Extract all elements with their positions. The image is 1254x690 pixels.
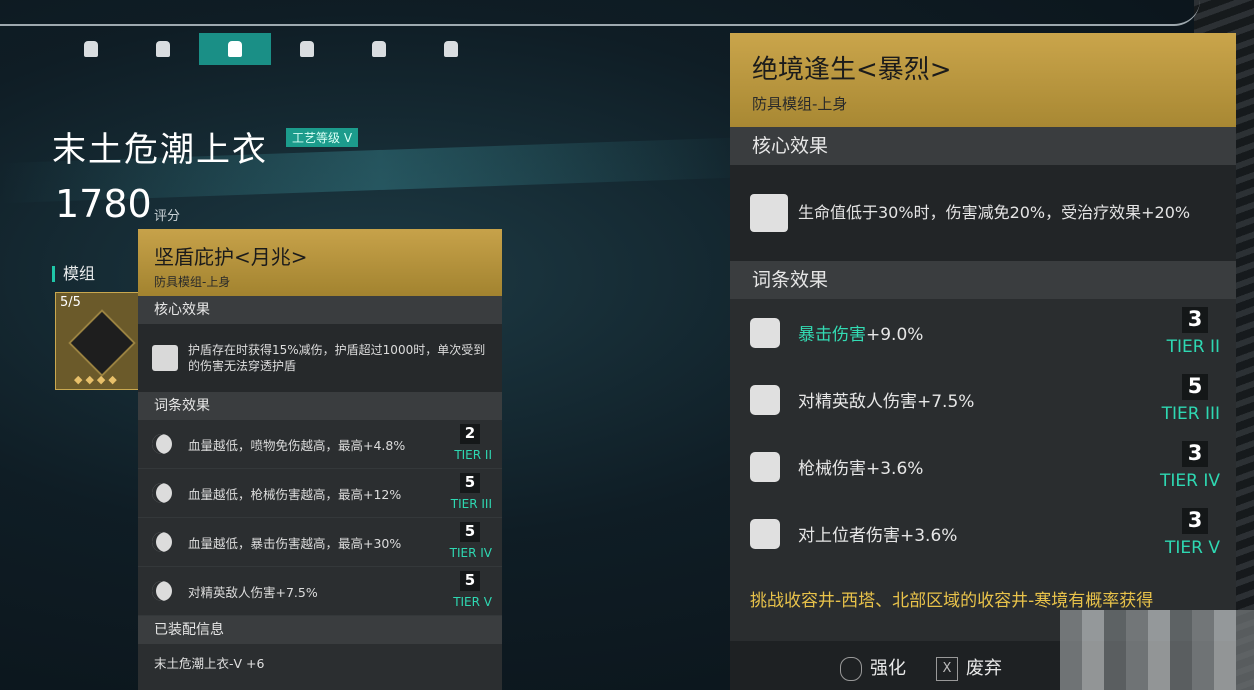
firearm-icon — [750, 451, 780, 482]
equipment-slot-tabs — [55, 33, 487, 65]
detail-core-text: 生命值低于30%时，伤害减免20%，受治疗效果+20% — [798, 203, 1191, 222]
mouse-icon — [840, 657, 862, 681]
affix-level: 3 — [1182, 307, 1208, 333]
detail-title: 绝境逢生<暴烈> — [752, 55, 952, 85]
detail-subtitle: 防具模组-上身 — [752, 95, 848, 113]
affix-level: 5 — [460, 473, 480, 493]
gloves-icon — [372, 41, 386, 57]
boots-icon — [444, 41, 458, 57]
elite-enemy-icon — [750, 384, 780, 415]
affix-level: 3 — [1182, 508, 1208, 534]
affix-tier: TIER IV — [1160, 471, 1220, 491]
censored-mosaic — [1060, 610, 1254, 690]
craft-level-badge: 工艺等级 V — [286, 128, 359, 147]
affix-tier: TIER III — [1161, 404, 1220, 424]
moon-icon — [152, 532, 172, 552]
affix-tier: TIER V — [453, 595, 492, 609]
affix-text: 血量越低，暴击伤害越高，最高+30% — [188, 535, 402, 551]
affix-value: +9.0% — [866, 325, 924, 345]
affix-text: 枪械伤害+3.6% — [798, 459, 924, 479]
mod-slot-card[interactable]: 5/5 ◆◆◆◆ — [55, 292, 143, 390]
detail-affix-row: 对上位者伤害+3.6% 3 TIER V — [730, 500, 1236, 567]
affix-text: 暴击伤害+9.0% — [798, 320, 923, 345]
affix-highlight: 暴击伤害 — [798, 325, 866, 345]
tooltip-header: 坚盾庇护<月兆> 防具模组-上身 — [138, 229, 502, 296]
shield-effect-icon — [152, 345, 178, 371]
tab-boots[interactable] — [415, 33, 487, 65]
affix-level: 5 — [460, 571, 480, 591]
equipped-mod-tooltip: 坚盾庇护<月兆> 防具模组-上身 核心效果 护盾存在时获得15%减伤，护盾超过1… — [138, 229, 502, 690]
boss-enemy-icon — [750, 518, 780, 549]
enhance-label: 强化 — [870, 658, 906, 679]
mod-icon — [68, 309, 136, 377]
mask-icon — [156, 41, 170, 57]
affix-tier: TIER II — [1166, 337, 1220, 357]
tooltip-title: 坚盾庇护<月兆> — [154, 245, 308, 269]
tab-legs-armor[interactable] — [271, 33, 343, 65]
mods-header: 模组 — [52, 266, 95, 282]
affix-text: 血量越低，喷物免伤越高，最高+4.8% — [188, 437, 406, 453]
tooltip-core-header: 核心效果 — [138, 296, 502, 324]
item-name: 末土危潮上衣 — [52, 130, 268, 170]
elite-enemy-icon — [152, 581, 172, 601]
tooltip-affix-row: 血量越低，枪械伤害越高，最高+12% 5 TIER III — [138, 469, 502, 518]
legs-armor-icon — [300, 41, 314, 57]
moon-icon — [152, 483, 172, 503]
tab-helmet[interactable] — [55, 33, 127, 65]
tab-chest-armor[interactable] — [199, 33, 271, 65]
affix-text: 对精英敌人伤害+7.5% — [798, 392, 975, 412]
mod-detail-panel: 绝境逢生<暴烈> 防具模组-上身 核心效果 生命值低于30%时，伤害减免20%，… — [730, 33, 1236, 690]
mod-affix-dots-icon: ◆◆◆◆ — [74, 373, 120, 386]
tooltip-subtitle: 防具模组-上身 — [154, 275, 231, 289]
tooltip-core-text: 护盾存在时获得15%减伤，护盾超过1000时，单次受到的伤害无法穿透护盾 — [188, 343, 486, 373]
tooltip-equip-header: 已装配信息 — [138, 616, 502, 644]
affix-text: 对上位者伤害+3.6% — [798, 526, 958, 546]
affix-tier: TIER V — [1165, 538, 1220, 558]
affix-text: 血量越低，枪械伤害越高，最高+12% — [188, 486, 402, 502]
discard-key: X — [936, 657, 958, 681]
fire-effect-icon — [750, 194, 788, 232]
affix-level: 5 — [1182, 374, 1208, 400]
detail-affix-row: 对精英敌人伤害+7.5% 5 TIER III — [730, 366, 1236, 433]
mod-count: 5/5 — [60, 295, 81, 310]
acquisition-source: 挑战收容井-西塔、北部区域的收容井-寒境有概率获得 — [750, 591, 1154, 611]
helmet-icon — [84, 41, 98, 57]
enhance-button[interactable]: 强化 — [840, 654, 906, 681]
affix-tier: TIER III — [450, 497, 492, 511]
moon-icon — [152, 434, 172, 454]
affix-level: 3 — [1182, 441, 1208, 467]
detail-affix-row: 枪械伤害+3.6% 3 TIER IV — [730, 433, 1236, 500]
discard-label: 废弃 — [966, 658, 1002, 679]
crit-damage-icon — [750, 317, 780, 348]
detail-affix-row: 暴击伤害+9.0% 3 TIER II — [730, 299, 1236, 366]
item-score: 1780 — [55, 182, 152, 226]
affix-level: 5 — [460, 522, 480, 542]
affix-tier: TIER II — [454, 448, 492, 462]
top-frame-line — [0, 0, 1200, 26]
detail-affix-header: 词条效果 — [730, 261, 1236, 299]
chest-armor-icon — [228, 41, 242, 57]
detail-header: 绝境逢生<暴烈> 防具模组-上身 — [730, 33, 1236, 127]
affix-level: 2 — [460, 424, 480, 444]
tooltip-affix-row: 血量越低，喷物免伤越高，最高+4.8% 2 TIER II — [138, 420, 502, 469]
tab-mask[interactable] — [127, 33, 199, 65]
detail-core-header: 核心效果 — [730, 127, 1236, 165]
discard-button[interactable]: X 废弃 — [936, 654, 1002, 681]
item-score-label: 评分 — [154, 209, 181, 224]
tooltip-affix-row: 对精英敌人伤害+7.5% 5 TIER V — [138, 567, 502, 616]
tooltip-equip-text: 末土危潮上衣-V +6 — [154, 656, 265, 671]
tooltip-affix-row: 血量越低，暴击伤害越高，最高+30% 5 TIER IV — [138, 518, 502, 567]
tab-gloves[interactable] — [343, 33, 415, 65]
tooltip-affix-header: 词条效果 — [138, 392, 502, 420]
affix-text: 对精英敌人伤害+7.5% — [188, 584, 318, 600]
affix-tier: TIER IV — [449, 546, 492, 560]
tooltip-core-effect: 护盾存在时获得15%减伤，护盾超过1000时，单次受到的伤害无法穿透护盾 — [138, 324, 502, 392]
detail-core-effect: 生命值低于30%时，伤害减免20%，受治疗效果+20% — [730, 165, 1236, 261]
